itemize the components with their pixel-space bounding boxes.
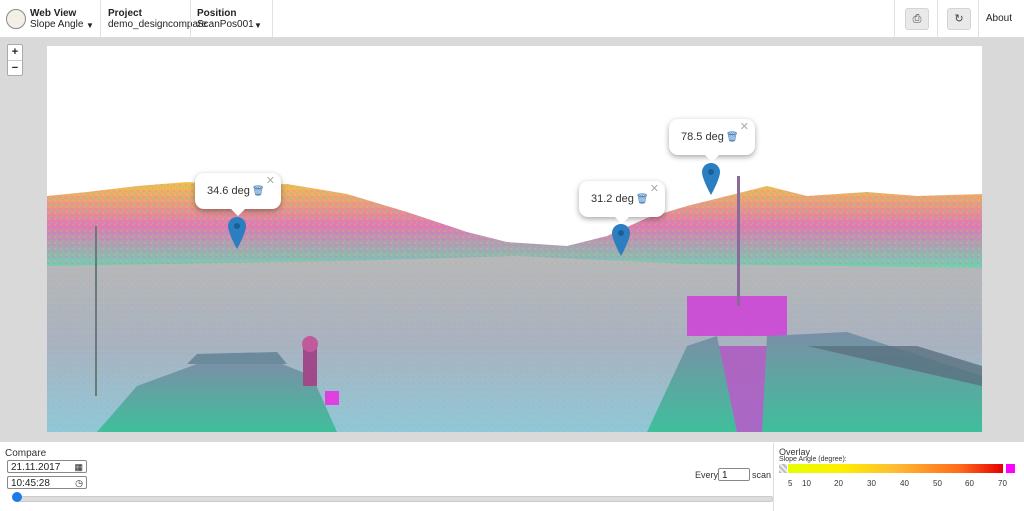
point-cloud-image: [47, 46, 982, 432]
time-input[interactable]: 10:45:28 ◷: [7, 476, 87, 489]
map-marker-icon[interactable]: [612, 224, 630, 256]
printer-icon: ⎙: [912, 13, 922, 25]
position-selector[interactable]: Position ScanPos001 ▼: [197, 8, 262, 30]
map-marker-icon[interactable]: [228, 217, 246, 249]
trash-icon[interactable]: 🗑: [726, 132, 739, 143]
app-logo: [6, 9, 26, 29]
clock-icon[interactable]: ◷: [75, 477, 83, 490]
web-view-selector[interactable]: Web View Slope Angle ▼: [30, 8, 94, 30]
refresh-icon: ↻: [954, 13, 964, 25]
map-marker-icon[interactable]: [702, 163, 720, 195]
scan-label: scan: [752, 470, 772, 480]
close-icon[interactable]: ✕: [740, 119, 749, 135]
zoom-out-button[interactable]: −: [8, 61, 22, 76]
bottom-panel: Compare 21.11.2017 ▦ 10:45:28 ◷ Every 1 …: [0, 443, 1024, 511]
scale-tick: 70: [998, 479, 1007, 488]
chevron-down-icon: ▼: [86, 21, 94, 30]
scale-tick: 50: [933, 479, 942, 488]
divider: [978, 0, 979, 37]
about-link[interactable]: About: [986, 13, 1012, 24]
panorama-view[interactable]: 34.6 deg 🗑 ✕ 31.2 deg 🗑 ✕ 78.5 deg 🗑 ✕: [47, 46, 982, 432]
every-input[interactable]: 1: [718, 468, 750, 481]
overlay-subtitle: Slope Angle (degree):: [779, 456, 847, 463]
divider: [937, 0, 938, 37]
scale-tick: 40: [900, 479, 909, 488]
scale-tick: 30: [867, 479, 876, 488]
time-slider-track[interactable]: [16, 496, 773, 502]
time-slider-handle[interactable]: [12, 492, 22, 502]
measurement-popup: 78.5 deg 🗑 ✕: [669, 119, 755, 162]
divider: [190, 0, 191, 37]
compare-label: Compare: [5, 448, 47, 459]
scale-tick: 60: [965, 479, 974, 488]
trash-icon[interactable]: 🗑: [252, 186, 265, 197]
scale-tick: 10: [802, 479, 811, 488]
project-selector[interactable]: Project demo_designcompare: [108, 8, 207, 30]
measurement-popup: 34.6 deg 🗑 ✕: [195, 173, 281, 216]
calendar-icon[interactable]: ▦: [74, 461, 83, 474]
refresh-button[interactable]: ↻: [947, 8, 971, 30]
divider: [272, 0, 273, 37]
measurement-popup: 31.2 deg 🗑 ✕: [579, 181, 665, 224]
divider: [894, 0, 895, 37]
top-bar: Web View Slope Angle ▼ Project demo_desi…: [0, 0, 1024, 38]
zoom-in-button[interactable]: +: [8, 45, 22, 61]
outside-range-swatch: [1006, 464, 1015, 473]
color-scale-bar: [788, 464, 1003, 473]
no-data-swatch: [779, 464, 787, 473]
scale-tick: 5: [788, 479, 793, 488]
divider: [773, 443, 774, 511]
chevron-down-icon: ▼: [254, 21, 262, 30]
scale-tick: 20: [834, 479, 843, 488]
every-label: Every: [695, 470, 719, 480]
close-icon[interactable]: ✕: [266, 173, 275, 189]
close-icon[interactable]: ✕: [650, 181, 659, 197]
divider: [100, 0, 101, 37]
print-button[interactable]: ⎙: [905, 8, 929, 30]
date-input[interactable]: 21.11.2017 ▦: [7, 460, 87, 473]
zoom-control: + −: [7, 44, 23, 76]
trash-icon[interactable]: 🗑: [636, 194, 649, 205]
